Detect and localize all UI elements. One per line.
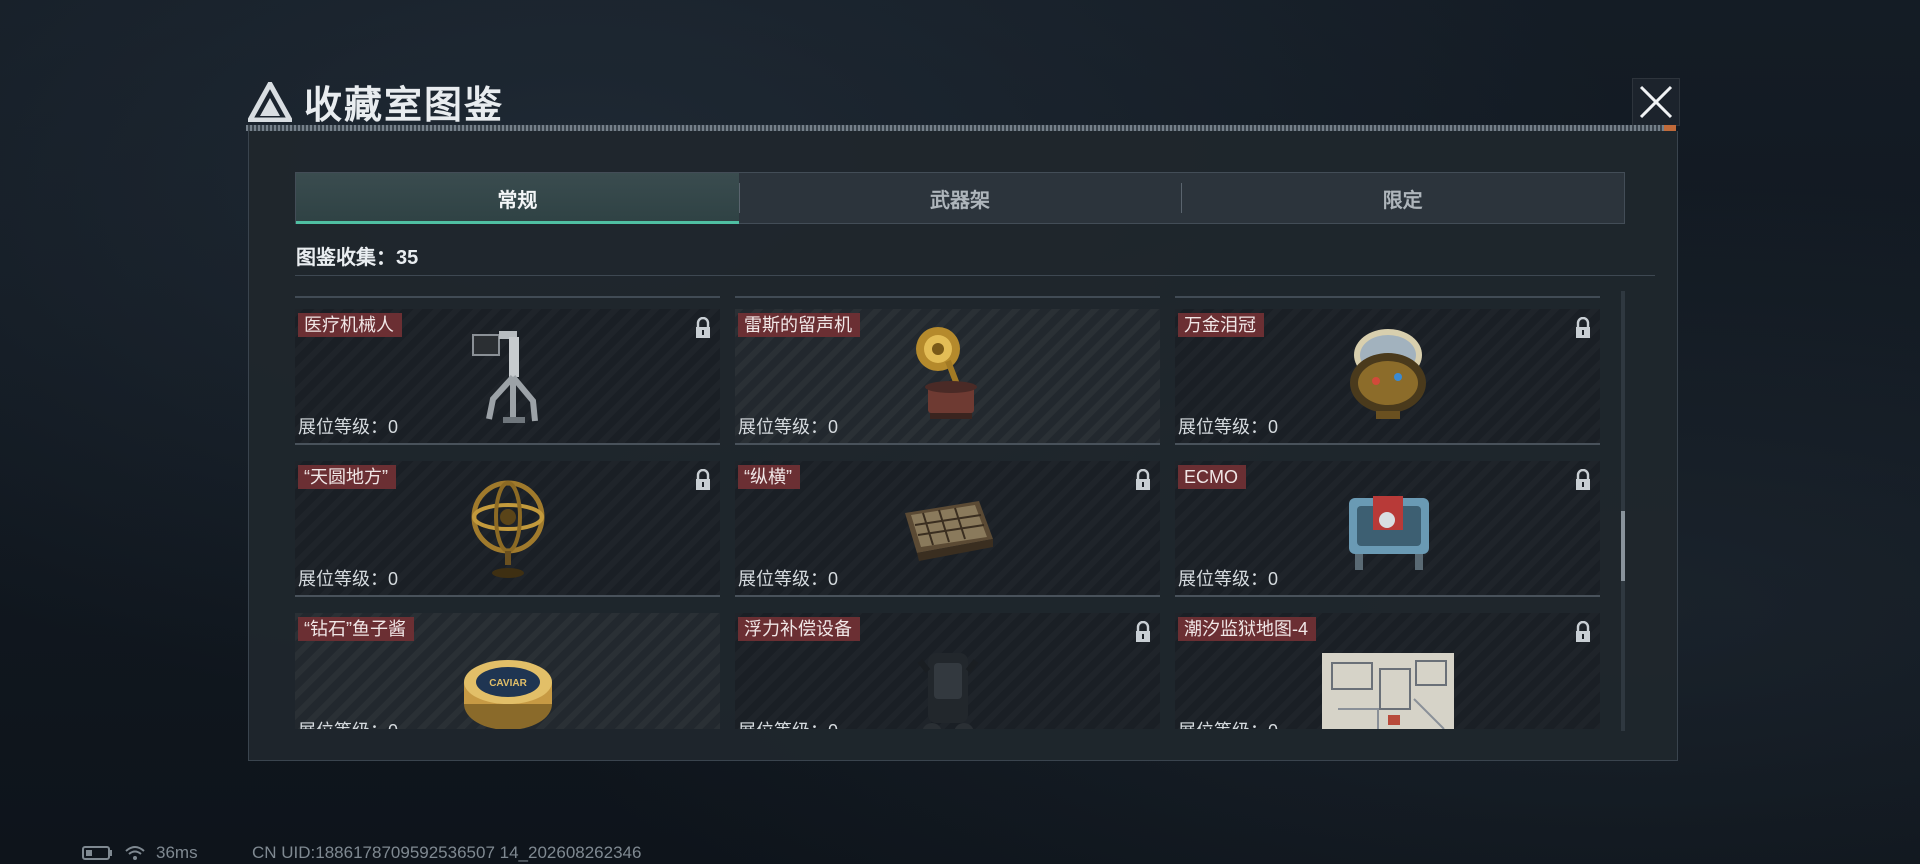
item-level: 展位等级：0 xyxy=(738,717,838,729)
item-name: “纵横” xyxy=(738,465,800,489)
battery-icon xyxy=(82,846,112,860)
collection-card-medical-robot[interactable]: 医疗机械人 展位等级：0 xyxy=(295,309,720,445)
lock-icon xyxy=(696,317,710,338)
tab-regular[interactable]: 常规 xyxy=(296,173,739,224)
armillary-sphere-icon xyxy=(471,480,544,578)
lock-icon xyxy=(1576,621,1590,642)
status-bar: 36ms xyxy=(82,843,198,863)
lock-icon xyxy=(1136,469,1150,490)
delta-logo-icon xyxy=(248,81,292,122)
user-uid: CN UID:1886178709592536507 14_2026082623… xyxy=(252,843,642,862)
tab-weapon-rack[interactable]: 武器架 xyxy=(738,173,1182,223)
item-grid: 医疗机械人 展位等级：0 雷斯的留声机 展位等级：0 万金泪冠 展位等级：0 “… xyxy=(295,309,1600,729)
gramophone-icon xyxy=(915,327,977,419)
item-name: “天圆地方” xyxy=(298,465,396,489)
caviar-label: CAVIAR xyxy=(489,678,527,689)
close-button[interactable] xyxy=(1632,78,1680,126)
wifi-icon xyxy=(125,846,145,860)
item-name: 浮力补偿设备 xyxy=(738,617,860,641)
ecmo-machine-icon xyxy=(1348,496,1429,570)
collection-card-bcd[interactable]: 浮力补偿设备 展位等级：0 xyxy=(735,613,1160,729)
caviar-tin-icon: CAVIAR xyxy=(463,660,552,729)
page-title: 收藏室图鉴 xyxy=(304,85,505,127)
ping-value: 36ms xyxy=(156,843,198,862)
tab-bar: 常规 武器架 限定 xyxy=(295,172,1625,224)
item-level: 展位等级：0 xyxy=(1178,569,1279,589)
item-name: ECMO xyxy=(1178,465,1246,489)
collection-card-jeweled-egg[interactable]: 万金泪冠 展位等级：0 xyxy=(1175,309,1600,445)
lock-icon xyxy=(696,469,710,490)
item-name: 潮汐监狱地图-4 xyxy=(1178,617,1317,641)
item-level: 展位等级：0 xyxy=(1178,717,1278,729)
item-name: “钻石”鱼子酱 xyxy=(298,617,414,641)
collection-divider xyxy=(295,275,1655,276)
prison-map-icon xyxy=(1321,652,1454,729)
jeweled-egg-icon xyxy=(1349,329,1426,419)
item-grid-viewport[interactable]: 医疗机械人 展位等级：0 雷斯的留声机 展位等级：0 万金泪冠 展位等级：0 “… xyxy=(295,291,1675,729)
item-name: 雷斯的留声机 xyxy=(738,313,860,337)
collection-card-caviar[interactable]: CAVIAR “钻石”鱼子酱 展位等级：0 xyxy=(295,613,720,729)
collection-card-armillary[interactable]: “天圆地方” 展位等级：0 xyxy=(295,461,720,597)
item-level: 展位等级：0 xyxy=(298,717,398,729)
window-header: 收藏室图鉴 xyxy=(248,74,504,129)
collection-count: 图鉴收集：35 xyxy=(296,247,419,269)
collection-card-chess[interactable]: “纵横” 展位等级：0 xyxy=(735,461,1160,597)
collection-card-gramophone[interactable]: 雷斯的留声机 展位等级：0 xyxy=(735,309,1160,445)
item-level: 展位等级：0 xyxy=(298,417,399,437)
grid-scrollbar[interactable] xyxy=(1621,291,1625,731)
item-level: 展位等级：0 xyxy=(738,417,839,437)
lock-icon xyxy=(1576,317,1590,338)
chess-board-icon xyxy=(904,501,993,561)
item-level: 展位等级：0 xyxy=(1178,417,1279,437)
tab-limited[interactable]: 限定 xyxy=(1181,173,1624,223)
item-level: 展位等级：0 xyxy=(738,569,839,589)
lock-icon xyxy=(1576,469,1590,490)
bcd-diving-gear-icon xyxy=(917,653,978,729)
scrollbar-thumb[interactable] xyxy=(1621,511,1625,581)
item-name: 万金泪冠 xyxy=(1178,313,1264,337)
lock-icon xyxy=(1136,621,1150,642)
collection-card-ecmo[interactable]: ECMO 展位等级：0 xyxy=(1175,461,1600,597)
item-level: 展位等级：0 xyxy=(298,569,399,589)
row-dividers xyxy=(295,296,1675,300)
item-name: 医疗机械人 xyxy=(298,313,402,337)
close-icon xyxy=(1639,85,1673,119)
medical-robot-icon xyxy=(471,331,538,423)
collection-panel: 常规 武器架 限定 图鉴收集：35 医疗机械人 展位等级：0 雷斯的留声机 展位… xyxy=(248,131,1678,761)
collection-card-prison-map[interactable]: 潮汐监狱地图-4 展位等级：0 xyxy=(1175,613,1600,729)
